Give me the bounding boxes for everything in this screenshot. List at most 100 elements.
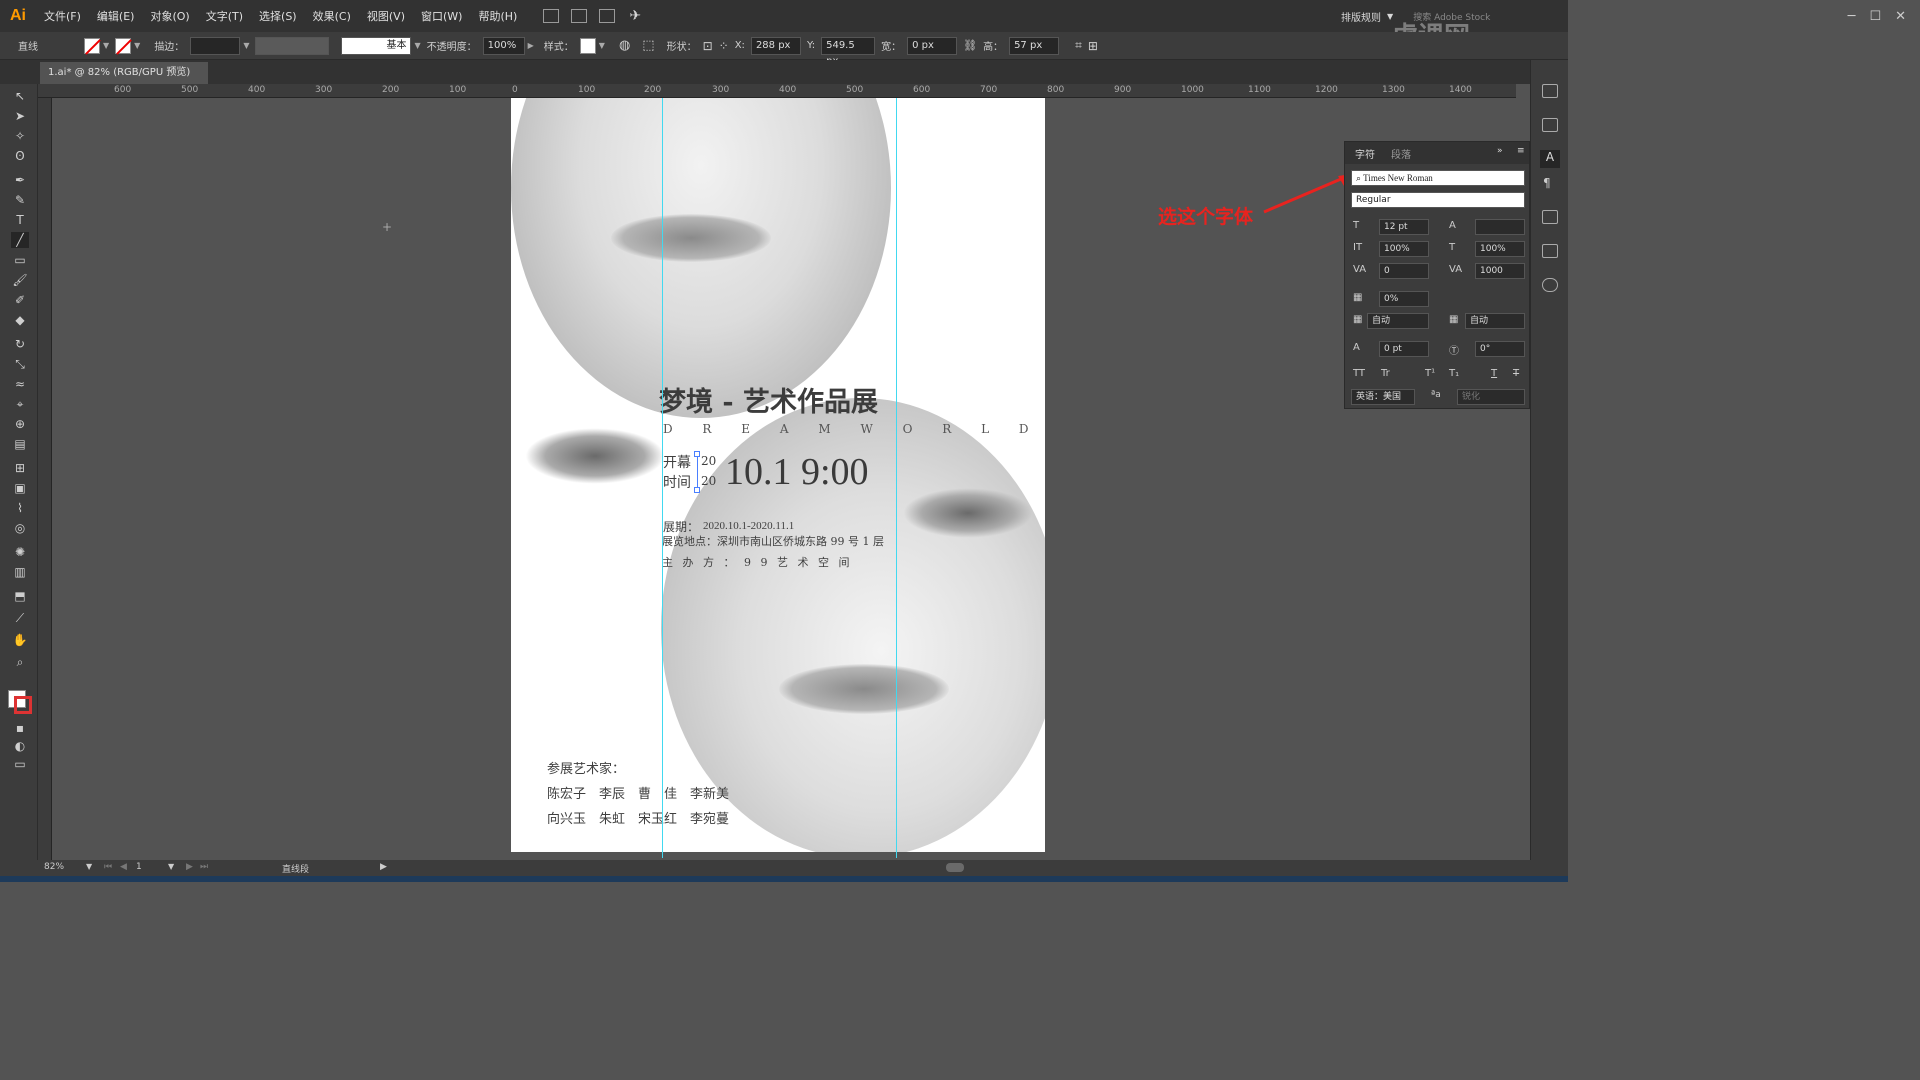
lasso-tool-icon[interactable]: ʘ bbox=[11, 148, 29, 164]
subscript-icon[interactable]: T₁ bbox=[1449, 368, 1459, 379]
isolate-icon[interactable]: ⌗ bbox=[1075, 38, 1082, 53]
fill-swatch[interactable] bbox=[84, 37, 101, 55]
poster-period[interactable]: 2020.10.1-2020.11.1 bbox=[703, 520, 794, 532]
zoom-dropdown-icon[interactable]: ▼ bbox=[86, 862, 92, 871]
leading-field[interactable] bbox=[1475, 219, 1525, 235]
links-icon[interactable] bbox=[1542, 278, 1558, 292]
stroke-style-field[interactable]: 基本 bbox=[341, 36, 412, 55]
shaper-tool-icon[interactable]: ✐ bbox=[11, 292, 29, 308]
poster-host[interactable]: 主 办 方 ： 9 9 艺 术 空 间 bbox=[662, 554, 852, 570]
y-field[interactable]: 549.5 px bbox=[821, 36, 876, 67]
zoom-tool-icon[interactable]: ⌕ bbox=[11, 654, 29, 670]
eraser-tool-icon[interactable]: ◆ bbox=[11, 312, 29, 328]
poster-artists-row2[interactable]: 向兴玉 朱虹 宋玉红 李宛蔓 bbox=[547, 808, 729, 827]
tab-paragraph[interactable]: 段落 bbox=[1391, 146, 1411, 161]
last-page-icon[interactable]: ⏭ bbox=[200, 862, 208, 872]
poster-year-2[interactable]: 20 bbox=[701, 474, 716, 488]
menu-file[interactable]: 文件(F) bbox=[36, 8, 89, 24]
baseline-shift-field[interactable]: 0 pt bbox=[1379, 341, 1429, 357]
w-field[interactable]: 0 px bbox=[907, 36, 958, 55]
panel-collapse-icon[interactable]: » bbox=[1497, 146, 1503, 156]
reference-point-icon[interactable]: ⁘ bbox=[719, 39, 729, 53]
close-icon[interactable]: ✕ bbox=[1895, 9, 1906, 24]
curvature-tool-icon[interactable]: ✎ bbox=[11, 192, 29, 208]
language-select[interactable]: 英语：美国 bbox=[1351, 389, 1415, 405]
magic-wand-tool-icon[interactable]: ✧ bbox=[11, 128, 29, 144]
blend-tool-icon[interactable]: ◎ bbox=[11, 520, 29, 536]
anti-alias-select[interactable]: 锐化 bbox=[1457, 389, 1525, 405]
menu-edit[interactable]: 编辑(E) bbox=[89, 8, 143, 24]
type-tool-icon[interactable]: T bbox=[11, 212, 29, 228]
poster-subtitle[interactable]: D R E A M W O R L D bbox=[663, 422, 1042, 436]
recolor-icon[interactable]: ◍ bbox=[619, 38, 630, 53]
artboard-tool-icon[interactable]: ⬒ bbox=[11, 588, 29, 604]
paintbrush-tool-icon[interactable]: 🖌 bbox=[11, 272, 29, 288]
menu-type[interactable]: 文字(T) bbox=[198, 8, 251, 24]
screen-mode-icon[interactable]: ▭ bbox=[11, 756, 29, 772]
workspace-switcher[interactable]: 排版规则 bbox=[1341, 9, 1381, 24]
perspective-grid-tool-icon[interactable]: ▤ bbox=[11, 436, 29, 452]
link-icon[interactable]: ⛓ bbox=[963, 39, 977, 52]
first-page-icon[interactable]: ⏮ bbox=[104, 862, 112, 872]
hand-tool-icon[interactable]: ✋ bbox=[11, 632, 29, 648]
menu-effect[interactable]: 效果(C) bbox=[305, 8, 359, 24]
guide-right[interactable] bbox=[896, 98, 897, 858]
graphic-style-swatch[interactable] bbox=[579, 37, 596, 54]
stroke-color-icon[interactable] bbox=[14, 696, 32, 714]
slice-tool-icon[interactable]: ⟋ bbox=[11, 610, 29, 626]
prev-page-icon[interactable]: ◀ bbox=[120, 862, 127, 872]
poster-artists-row1[interactable]: 陈宏子 李辰 曹 佳 李新美 bbox=[547, 783, 729, 802]
line-segment-tool-icon[interactable]: ╱ bbox=[11, 232, 29, 248]
page-number[interactable]: 1 bbox=[136, 862, 142, 872]
character-panel-icon[interactable]: A bbox=[1540, 150, 1560, 168]
character-rotation-field[interactable]: 0° bbox=[1475, 341, 1525, 357]
menu-view[interactable]: 视图(V) bbox=[359, 8, 413, 24]
mesh-tool-icon[interactable]: ⊞ bbox=[11, 460, 29, 476]
h-field[interactable]: 57 px bbox=[1009, 36, 1060, 55]
poster-open-label-2[interactable]: 时间 bbox=[663, 472, 691, 492]
horizontal-scale-field[interactable]: 100% bbox=[1475, 241, 1525, 257]
font-family-field[interactable]: ⌕ Times New Roman bbox=[1351, 170, 1525, 186]
gradient-tool-icon[interactable]: ▣ bbox=[11, 480, 29, 496]
layers-icon[interactable] bbox=[1542, 244, 1558, 258]
shape-builder-tool-icon[interactable]: ⊕ bbox=[11, 416, 29, 432]
font-style-field[interactable]: Regular bbox=[1351, 192, 1525, 208]
stock-icon[interactable] bbox=[571, 9, 588, 23]
minimize-icon[interactable]: ─ bbox=[1848, 9, 1856, 24]
x-field[interactable]: 288 px bbox=[750, 36, 801, 55]
tab-character[interactable]: 字符 bbox=[1355, 146, 1375, 161]
menu-help[interactable]: 帮助(H) bbox=[470, 8, 525, 24]
transform-icon[interactable]: ⊡ bbox=[703, 39, 713, 53]
selected-line[interactable] bbox=[697, 454, 698, 490]
stroke-weight-field[interactable] bbox=[190, 36, 241, 55]
horizontal-scrollbar[interactable] bbox=[398, 860, 1510, 874]
properties-icon[interactable] bbox=[1542, 84, 1558, 98]
tsume-field[interactable]: 0% bbox=[1379, 291, 1429, 307]
warp-tool-icon[interactable]: ≈ bbox=[11, 376, 29, 392]
opacity-field[interactable]: 100% bbox=[482, 36, 525, 55]
eyedropper-tool-icon[interactable]: ⌇ bbox=[11, 500, 29, 516]
rotate-tool-icon[interactable]: ↻ bbox=[11, 336, 29, 352]
paragraph-panel-icon[interactable]: ¶ bbox=[1543, 176, 1551, 190]
anchor-point[interactable] bbox=[694, 487, 700, 493]
all-caps-icon[interactable]: TT bbox=[1353, 368, 1365, 379]
aki-right-field[interactable]: 自动 bbox=[1465, 313, 1525, 329]
menu-window[interactable]: 窗口(W) bbox=[413, 8, 470, 24]
superscript-icon[interactable]: T¹ bbox=[1425, 368, 1435, 379]
font-size-field[interactable]: 12 pt bbox=[1379, 219, 1429, 235]
draw-mode-icon[interactable]: ◐ bbox=[11, 738, 29, 754]
artboard[interactable]: 梦境 - 艺术作品展 D R E A M W O R L D 开幕 时间 20 … bbox=[511, 98, 1045, 852]
poster-datetime[interactable]: 10.1 9:00 bbox=[725, 450, 869, 494]
variable-width-field[interactable] bbox=[255, 36, 330, 55]
tracking-field[interactable]: 1000 bbox=[1475, 263, 1525, 279]
guide-left[interactable] bbox=[662, 98, 663, 858]
poster-open-label-1[interactable]: 开幕 bbox=[663, 452, 691, 472]
poster-artists-label[interactable]: 参展艺术家： bbox=[547, 758, 625, 777]
poster-year-1[interactable]: 20 bbox=[701, 454, 716, 468]
small-caps-icon[interactable]: Tr bbox=[1381, 368, 1390, 379]
direct-selection-tool-icon[interactable]: ➤ bbox=[11, 108, 29, 124]
vertical-scale-field[interactable]: 100% bbox=[1379, 241, 1429, 257]
aki-left-field[interactable]: 自动 bbox=[1367, 313, 1429, 329]
column-graph-tool-icon[interactable]: ▥ bbox=[11, 564, 29, 580]
libraries-icon[interactable] bbox=[1542, 118, 1558, 132]
